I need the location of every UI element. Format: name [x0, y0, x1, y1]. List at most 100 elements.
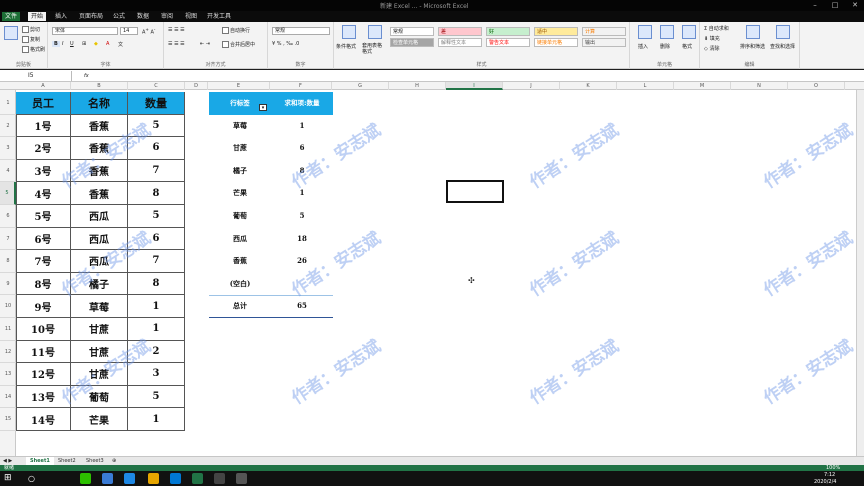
table-cell[interactable]: 甘蔗	[71, 318, 128, 341]
column-header-j[interactable]: J	[503, 82, 560, 90]
column-header-i[interactable]: I	[446, 82, 503, 90]
pivot-row-label[interactable]: 香蕉	[209, 250, 271, 273]
column-header-o[interactable]: O	[788, 82, 845, 90]
column-header-l[interactable]: L	[617, 82, 674, 90]
cell-style-9[interactable]: 输出	[582, 38, 626, 47]
number-format-select[interactable]: 常规	[272, 27, 330, 35]
table-cell[interactable]: 5	[128, 385, 185, 409]
pivot-row-label[interactable]: 甘蔗	[209, 137, 271, 160]
row-header-12[interactable]: 12	[0, 341, 16, 364]
find-select-icon[interactable]	[776, 25, 790, 39]
column-header-f[interactable]: F	[270, 82, 332, 90]
pivot-total-label[interactable]: 总计	[209, 295, 271, 318]
column-header-e[interactable]: E	[208, 82, 270, 90]
conditional-format-icon[interactable]	[342, 25, 356, 39]
tab-formulas[interactable]: 公式	[110, 12, 128, 21]
tab-file[interactable]: 文件	[2, 12, 21, 21]
folder-icon[interactable]	[148, 473, 159, 484]
pivot-row-value[interactable]: 1	[271, 115, 333, 138]
align-top-icon[interactable]: ☰ ☰ ☰	[168, 27, 185, 33]
column-header-c[interactable]: C	[128, 82, 185, 90]
row-header-3[interactable]: 3	[0, 137, 16, 160]
table-header-cell[interactable]: 数量	[128, 92, 185, 115]
cell-style-3[interactable]: 适中	[534, 27, 578, 36]
wrap-text-button[interactable]: 自动换行	[222, 27, 250, 34]
pivot-row-value[interactable]: 18	[271, 228, 333, 251]
excel-icon[interactable]	[192, 473, 203, 484]
table-header-cell[interactable]: 员工	[16, 92, 71, 115]
clear-button[interactable]: ◇ 清除	[704, 45, 719, 52]
sort-filter-button[interactable]: 排序和筛选	[740, 43, 765, 50]
row-header-4[interactable]: 4	[0, 160, 16, 183]
column-header-d[interactable]: D	[185, 82, 208, 90]
row-header-8[interactable]: 8	[0, 250, 16, 273]
cell-style-2[interactable]: 好	[486, 27, 530, 36]
sheet-nav-icon[interactable]: ◀ ▶	[3, 458, 12, 464]
bold-button[interactable]: B	[52, 41, 60, 47]
row-header-15[interactable]: 15	[0, 408, 16, 431]
table-format-button[interactable]: 套用表格格式	[362, 43, 384, 55]
filter-dropdown-icon[interactable]: ▾	[259, 104, 267, 111]
cell-style-0[interactable]: 常规	[390, 27, 434, 36]
maximize-button[interactable]: □	[828, 0, 842, 11]
new-sheet-icon[interactable]: ⊕	[112, 458, 116, 464]
tab-page-layout[interactable]: 页面布局	[76, 12, 106, 21]
border-icon[interactable]: ⊞	[82, 41, 86, 47]
app-icon-3[interactable]	[214, 473, 225, 484]
row-header-13[interactable]: 13	[0, 363, 16, 386]
column-header-m[interactable]: M	[674, 82, 731, 90]
row-header-10[interactable]: 10	[0, 295, 16, 318]
active-cell[interactable]	[446, 180, 504, 203]
wechat-icon[interactable]	[80, 473, 91, 484]
font-color-icon[interactable]: A	[106, 41, 109, 47]
pivot-sum-header[interactable]: 求和项:数量	[271, 92, 333, 115]
table-cell[interactable]: 3	[128, 363, 185, 386]
tab-view[interactable]: 视图	[182, 12, 200, 21]
conditional-format-button[interactable]: 条件格式	[336, 43, 356, 50]
format-cells-icon[interactable]	[682, 25, 696, 39]
tab-data[interactable]: 数据	[134, 12, 152, 21]
delete-cells-button[interactable]: 删除	[660, 43, 670, 50]
paste-icon[interactable]	[4, 26, 18, 40]
vertical-scrollbar[interactable]	[856, 90, 864, 456]
row-header-1[interactable]: 1	[0, 92, 16, 115]
sort-filter-icon[interactable]	[746, 25, 760, 39]
row-header-14[interactable]: 14	[0, 386, 16, 409]
insert-cells-button[interactable]: 插入	[638, 43, 648, 50]
tab-review[interactable]: 审阅	[158, 12, 176, 21]
insert-cells-icon[interactable]	[638, 25, 652, 39]
table-cell[interactable]: 4号	[16, 182, 71, 205]
pivot-row-label[interactable]: 草莓	[209, 115, 271, 138]
table-cell[interactable]: 14号	[16, 408, 71, 431]
font-size-select[interactable]: 14	[120, 27, 138, 35]
table-cell[interactable]: 8	[128, 272, 185, 296]
cell-style-6[interactable]: 解释性文本	[438, 38, 482, 47]
cell-style-7[interactable]: 警告文本	[486, 38, 530, 47]
delete-cells-icon[interactable]	[660, 25, 674, 39]
phonetic-icon[interactable]: 文	[118, 41, 123, 48]
cell-style-1[interactable]: 差	[438, 27, 482, 36]
app-icon-2[interactable]	[170, 473, 181, 484]
italic-button[interactable]: I	[62, 41, 63, 47]
table-cell[interactable]: 10号	[16, 318, 71, 341]
edge-icon[interactable]	[124, 473, 135, 484]
column-header-a[interactable]: A	[16, 82, 71, 90]
app-icon[interactable]	[102, 473, 113, 484]
currency-icon[interactable]: ¥ % , ‰ .0	[272, 41, 299, 47]
column-header-n[interactable]: N	[731, 82, 788, 90]
format-cells-button[interactable]: 格式	[682, 43, 692, 50]
grow-font-icon[interactable]: A+ A-	[142, 27, 155, 36]
table-cell[interactable]: 5	[128, 205, 185, 228]
table-format-icon[interactable]	[368, 25, 382, 39]
pivot-row-value[interactable]: 5	[271, 205, 333, 228]
table-cell[interactable]: 7	[128, 159, 185, 183]
merge-center-button[interactable]: 合并后居中	[222, 41, 255, 48]
format-painter-button[interactable]: 格式刷	[22, 46, 45, 53]
row-header-2[interactable]: 2	[0, 115, 16, 138]
find-select-button[interactable]: 查找和选择	[770, 43, 795, 50]
fill-button[interactable]: ⬇ 填充	[704, 35, 720, 42]
table-cell[interactable]: 6号	[16, 227, 71, 251]
search-icon[interactable]: ○	[28, 473, 39, 484]
formula-input[interactable]	[104, 71, 860, 81]
row-header-5[interactable]: 5	[0, 182, 16, 205]
